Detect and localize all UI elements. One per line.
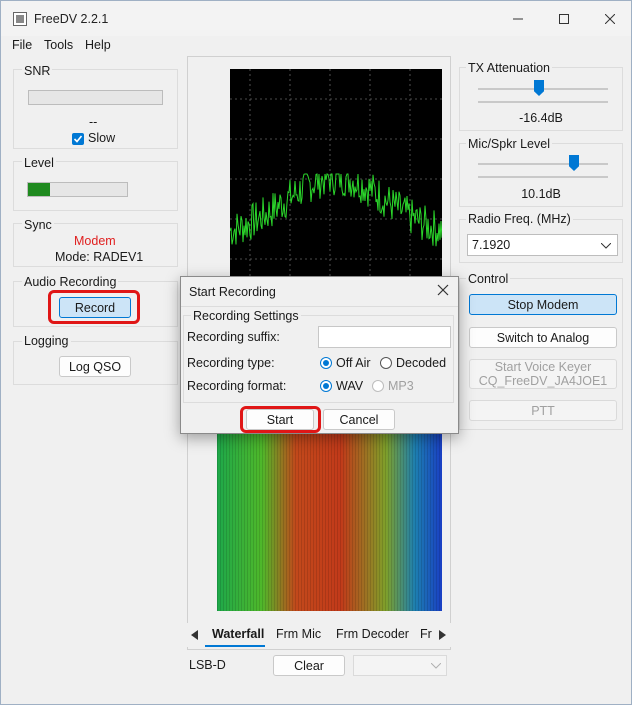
close-icon bbox=[605, 13, 615, 24]
voice-keyer-button[interactable]: Start Voice Keyer CQ_FreeDV_JA4JOE1 bbox=[469, 359, 617, 389]
snr-value: -- bbox=[89, 115, 98, 129]
center-dropdown[interactable] bbox=[353, 655, 447, 676]
chevron-down-icon bbox=[431, 663, 441, 669]
control-label: Control bbox=[466, 272, 511, 286]
close-button[interactable] bbox=[587, 1, 632, 36]
window-title: FreeDV 2.2.1 bbox=[34, 12, 109, 26]
radio-freq-label: Radio Freq. (MHz) bbox=[466, 212, 573, 226]
mode-text: Mode: RADEV1 bbox=[55, 250, 144, 264]
mic-spkr-ticks bbox=[478, 176, 608, 178]
format-wav-label: WAV bbox=[336, 379, 364, 393]
tx-attenuation-value: -16.4dB bbox=[519, 111, 563, 125]
level-meter bbox=[27, 182, 128, 197]
log-qso-button[interactable]: Log QSO bbox=[59, 356, 131, 377]
tab-fr[interactable]: Fr bbox=[420, 627, 434, 641]
maximize-icon bbox=[559, 13, 569, 24]
suffix-label: Recording suffix: bbox=[187, 330, 280, 344]
menu-bar: File Tools Help bbox=[1, 36, 631, 56]
mic-spkr-label: Mic/Spkr Level bbox=[466, 137, 552, 151]
audio-recording-label: Audio Recording bbox=[22, 275, 119, 289]
stop-modem-button[interactable]: Stop Modem bbox=[469, 294, 617, 315]
tab-frm-decoder[interactable]: Frm Decoder bbox=[336, 627, 409, 641]
sync-label: Sync bbox=[22, 218, 54, 232]
menu-tools[interactable]: Tools bbox=[44, 38, 73, 52]
sync-status: Modem bbox=[74, 234, 116, 248]
mic-spkr-track bbox=[478, 163, 608, 165]
record-button[interactable]: Record bbox=[59, 297, 131, 318]
ptt-button[interactable]: PTT bbox=[469, 400, 617, 421]
format-wav-radio[interactable] bbox=[320, 380, 332, 392]
start-button[interactable]: Start bbox=[246, 409, 314, 430]
slow-checkbox[interactable] bbox=[72, 133, 84, 145]
slow-label: Slow bbox=[88, 131, 116, 145]
mic-spkr-value: 10.1dB bbox=[521, 187, 561, 201]
title-bar: FreeDV 2.2.1 bbox=[1, 1, 631, 36]
spectrum-plot bbox=[230, 69, 442, 279]
level-meter-fill bbox=[28, 183, 50, 196]
tab-frm-mic[interactable]: Frm Mic bbox=[276, 627, 321, 641]
type-decoded-label: Decoded bbox=[396, 356, 447, 370]
tx-attenuation-ticks bbox=[478, 101, 608, 103]
level-label: Level bbox=[22, 156, 56, 170]
type-offair-radio[interactable] bbox=[320, 357, 332, 369]
tab-waterfall[interactable]: Waterfall bbox=[205, 623, 265, 647]
cancel-button[interactable]: Cancel bbox=[323, 409, 395, 430]
app-icon bbox=[13, 12, 27, 26]
format-label: Recording format: bbox=[187, 379, 287, 393]
maximize-button[interactable] bbox=[541, 1, 587, 36]
mode-label: LSB-D bbox=[189, 658, 226, 672]
type-decoded-radio[interactable] bbox=[380, 357, 392, 369]
format-mp3-radio[interactable] bbox=[372, 380, 384, 392]
app-window: FreeDV 2.2.1 File Tools Help SNR -- Slow… bbox=[0, 0, 632, 705]
switch-to-analog-button[interactable]: Switch to Analog bbox=[469, 327, 617, 348]
radio-freq-combobox[interactable]: 7.1920 bbox=[467, 234, 618, 256]
dialog-title: Start Recording bbox=[189, 285, 276, 299]
tab-scroll-right-icon[interactable] bbox=[439, 630, 447, 640]
type-offair-label: Off Air bbox=[336, 356, 371, 370]
format-mp3-label: MP3 bbox=[388, 379, 414, 393]
suffix-input[interactable] bbox=[318, 326, 451, 348]
start-recording-dialog: Start Recording Recording Settings Recor… bbox=[180, 276, 459, 434]
menu-help[interactable]: Help bbox=[85, 38, 111, 52]
type-label: Recording type: bbox=[187, 356, 275, 370]
clear-button[interactable]: Clear bbox=[273, 655, 345, 676]
display-tabs: Waterfall Frm Mic Frm Decoder Fr bbox=[187, 623, 451, 647]
checkmark-icon bbox=[73, 135, 83, 143]
tx-attenuation-label: TX Attenuation bbox=[466, 61, 553, 75]
logging-label: Logging bbox=[22, 334, 71, 348]
snr-label: SNR bbox=[22, 64, 53, 78]
waterfall-display bbox=[217, 433, 442, 611]
tab-waterfall-label: Waterfall bbox=[212, 627, 265, 641]
radio-freq-value: 7.1920 bbox=[472, 238, 511, 252]
recording-settings-label: Recording Settings bbox=[191, 309, 301, 323]
minimize-button[interactable] bbox=[495, 1, 541, 36]
chevron-down-icon bbox=[601, 243, 611, 249]
tab-scroll-left-icon[interactable] bbox=[191, 630, 199, 640]
minimize-icon bbox=[513, 18, 523, 19]
menu-file[interactable]: File bbox=[12, 38, 32, 52]
dialog-close-icon[interactable] bbox=[436, 283, 450, 297]
snr-bar bbox=[28, 90, 163, 105]
dialog-title-divider bbox=[181, 306, 458, 307]
